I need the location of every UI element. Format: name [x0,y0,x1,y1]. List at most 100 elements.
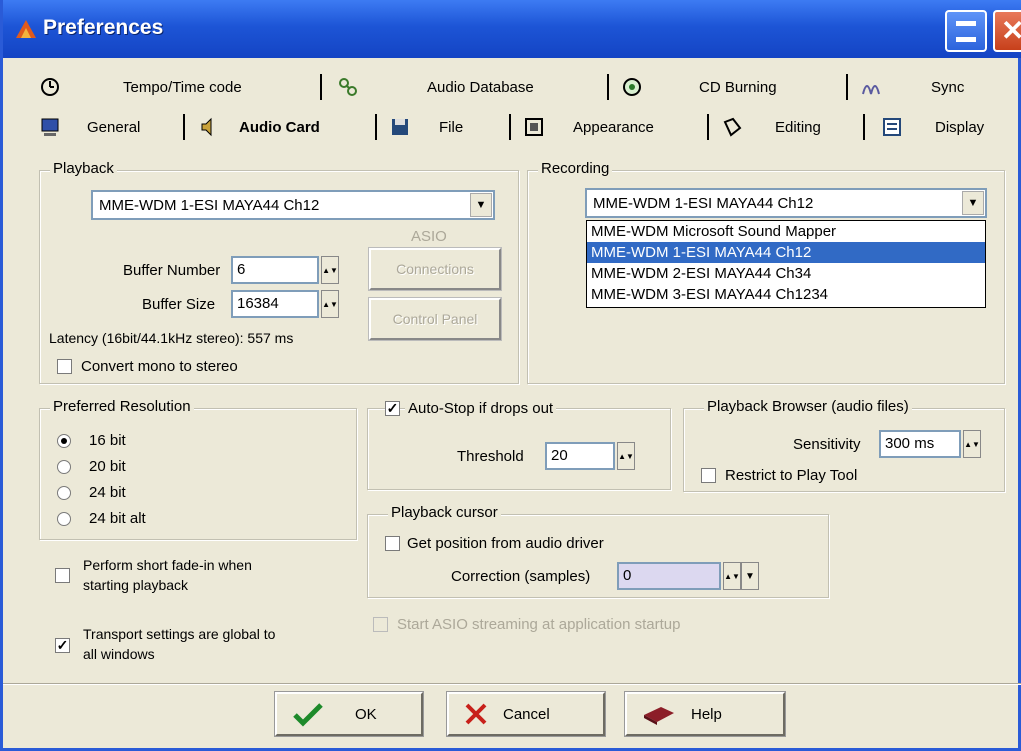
autostop-checkbox[interactable]: ✓ [385,401,400,416]
restrict-play-tool-label: Restrict to Play Tool [725,467,858,484]
help-button[interactable]: Help [624,691,786,737]
threshold-label: Threshold [457,448,524,465]
tab-editing[interactable]: Editing [721,113,821,141]
chevron-down-icon: ▼ [745,570,755,582]
recording-device-value: MME-WDM 1-ESI MAYA44 Ch12 [593,194,814,212]
tab-audio-card[interactable]: Audio Card [197,113,320,141]
checkmark-icon [293,703,323,727]
resolution-24bit-radio[interactable] [57,486,71,500]
title-bar[interactable]: Preferences ✕ [3,0,1021,58]
tab-cd-burning[interactable]: CD Burning [621,73,777,101]
editing-icon [723,117,742,137]
connections-button[interactable]: Connections [368,247,502,291]
tab-audio-database[interactable]: Audio Database [337,73,534,101]
dropdown-option[interactable]: MME-WDM Microsoft Sound Mapper [587,221,985,242]
control-panel-button[interactable]: Control Panel [368,297,502,341]
ok-button[interactable]: OK [274,691,424,737]
sync-icon [862,85,880,95]
window-title: Preferences [43,16,164,39]
tab-label: Tempo/Time code [123,78,242,96]
get-position-label: Get position from audio driver [407,535,604,552]
minimize-button[interactable] [945,10,987,52]
get-position-checkbox[interactable] [385,536,400,551]
transport-global-label-line1: Transport settings are global to [83,626,276,642]
display-icon [883,118,901,136]
tab-label: Display [935,118,985,136]
tab-separator [846,74,848,100]
recording-device-select[interactable]: MME-WDM 1-ESI MAYA44 Ch12 ▼ [585,188,987,218]
resolution-24bit-alt-radio[interactable] [57,512,71,526]
buffer-size-stepper[interactable]: ▲▼ [321,290,339,318]
tab-file[interactable]: File [389,113,463,141]
app-icon [16,20,36,38]
correction-input[interactable]: 0 [617,562,721,590]
fade-in-label-line2: starting playback [83,577,189,593]
buffer-number-input[interactable]: 6 [231,256,319,284]
chevron-down-icon: ▼ [962,191,984,215]
buffer-size-input[interactable]: 16384 [231,290,319,318]
tab-separator [183,114,185,140]
tab-label: Audio Database [427,78,534,96]
dropdown-option[interactable]: MME-WDM 3-ESI MAYA44 Ch1234 [587,284,985,305]
resolution-option-label: 24 bit alt [89,510,146,527]
tab-appearance[interactable]: Appearance [523,113,654,141]
correction-menu[interactable]: ▼ [741,562,759,590]
tab-label: Appearance [573,118,654,136]
playback-browser-label: Playback Browser (audio files) [704,398,912,415]
tab-label: CD Burning [699,78,777,96]
cd-icon [623,78,641,96]
correction-label: Correction (samples) [451,568,591,585]
preferred-resolution-label: Preferred Resolution [50,398,194,415]
cancel-label: Cancel [503,705,550,723]
cancel-button[interactable]: Cancel [446,691,606,737]
database-icon [339,78,357,96]
tab-separator [607,74,609,100]
recording-device-dropdown[interactable]: MME-WDM Microsoft Sound Mapper MME-WDM 1… [586,220,986,308]
tab-general[interactable]: General [39,113,140,141]
ok-label: OK [355,705,377,723]
autostop-label: Auto-Stop if drops out [405,400,557,417]
tab-tempo-time-code[interactable]: Tempo/Time code [39,73,242,101]
sensitivity-input[interactable]: 300 ms [879,430,961,458]
tab-separator [375,114,377,140]
playback-device-select[interactable]: MME-WDM 1-ESI MAYA44 Ch12 ▼ [91,190,495,220]
dropdown-option-selected[interactable]: MME-WDM 1-ESI MAYA44 Ch12 [587,242,985,263]
appearance-icon [525,118,543,136]
asio-startup-checkbox[interactable] [373,617,388,632]
computer-icon [41,118,59,136]
dropdown-option[interactable]: MME-WDM 2-ESI MAYA44 Ch34 [587,263,985,284]
transport-global-checkbox[interactable]: ✓ [55,638,70,653]
latency-text: Latency (16bit/44.1kHz stereo): 557 ms [49,330,294,346]
resolution-20bit-radio[interactable] [57,460,71,474]
tab-separator [320,74,322,100]
playback-cursor-group: Playback cursor [367,504,829,598]
sensitivity-stepper[interactable]: ▲▼ [963,430,981,458]
playback-cursor-label: Playback cursor [388,504,501,521]
restrict-play-tool-checkbox[interactable] [701,468,716,483]
buffer-size-label: Buffer Size [142,296,216,313]
tab-separator [707,114,709,140]
convert-mono-checkbox[interactable] [57,359,72,374]
transport-global-label-line2: all windows [83,646,155,662]
resolution-option-label: 24 bit [89,484,126,501]
tab-label: General [87,118,141,136]
clock-icon [41,78,59,96]
help-book-icon [644,707,674,725]
tab-sync[interactable]: Sync [861,73,964,101]
fade-in-checkbox[interactable] [55,568,70,583]
asio-startup-label: Start ASIO streaming at application star… [397,616,681,633]
fade-in-label-line1: Perform short fade-in when [83,557,252,573]
close-button[interactable]: ✕ [993,10,1021,52]
resolution-option-label: 20 bit [89,458,126,475]
recording-group-label: Recording [538,160,613,177]
tab-display[interactable]: Display [881,113,984,141]
tab-label: Sync [931,78,965,96]
preferences-window: Preferences ✕ Tempo/Time code Audio Data… [0,0,1021,751]
correction-stepper[interactable]: ▲▼ [723,562,741,590]
resolution-16bit-radio[interactable] [57,434,71,448]
threshold-input[interactable]: 20 [545,442,615,470]
asio-label: ASIO [411,228,447,245]
threshold-stepper[interactable]: ▲▼ [617,442,635,470]
buffer-number-stepper[interactable]: ▲▼ [321,256,339,284]
resolution-option-label: 16 bit [89,432,126,449]
